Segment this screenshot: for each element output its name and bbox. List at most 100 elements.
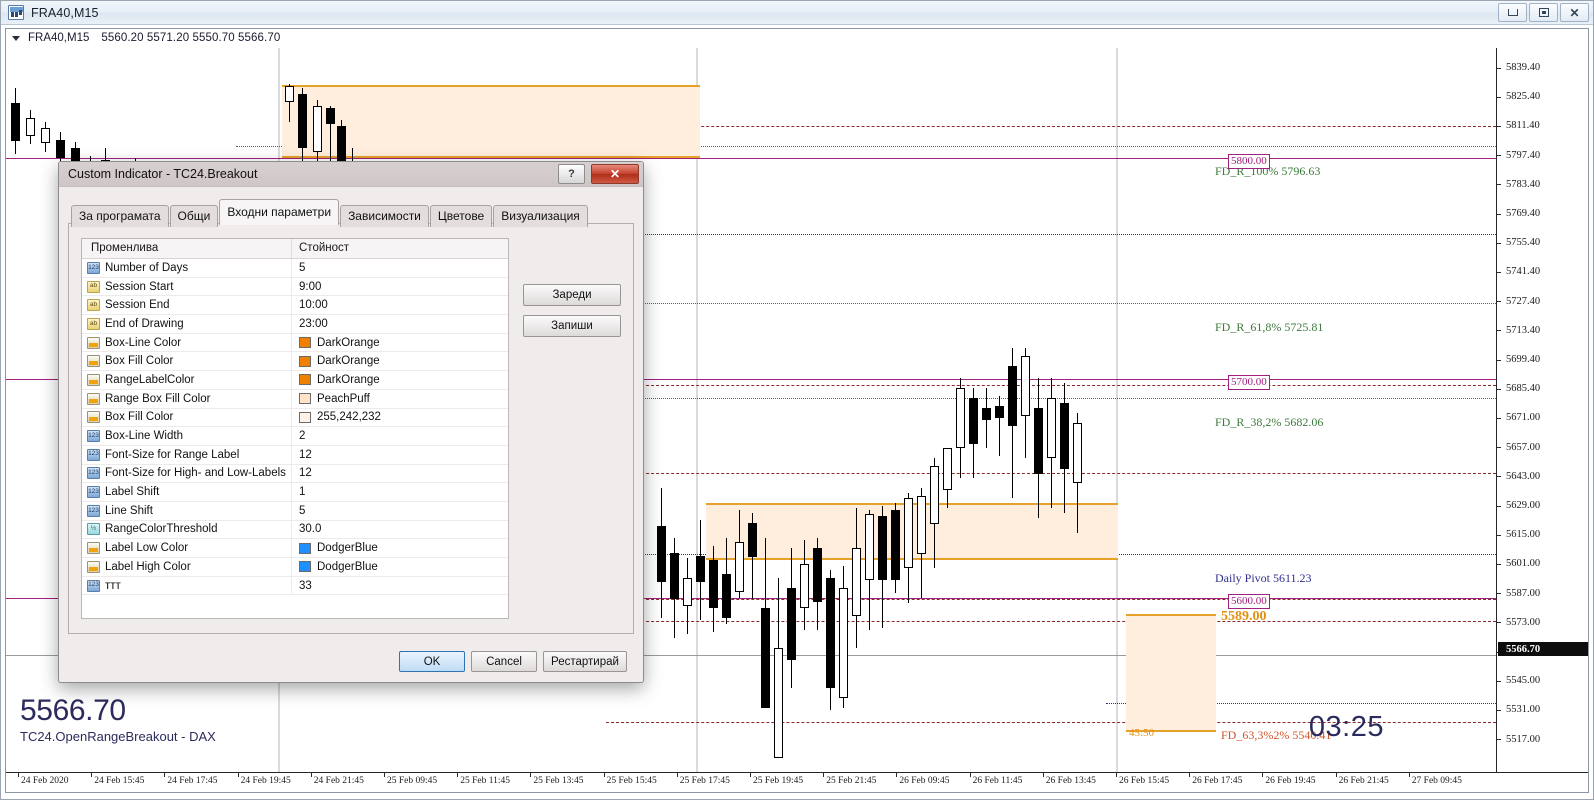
col-type-icon [87, 560, 100, 573]
parameter-name: End of Drawing [105, 317, 184, 330]
help-button[interactable]: ? [558, 164, 585, 184]
time-scale[interactable]: 24 Feb 2020 24 Feb 15:45 24 Feb 17:45 24 Fe… [6, 772, 1588, 792]
parameter-row[interactable]: Label High Color DodgerBlue [82, 558, 508, 577]
num-type-icon: 123 [87, 430, 100, 443]
parameter-name: Box-Line Color [105, 336, 182, 349]
tab-about[interactable]: За програмата [71, 205, 169, 227]
parameter-value-cell[interactable]: 33 [292, 577, 508, 595]
parameter-row[interactable]: 123 Font-Size for High- and Low-Labels 12 [82, 464, 508, 484]
parameter-row[interactable]: ½ RangeColorThreshold 30.0 [82, 520, 508, 540]
parameter-row[interactable]: RangeLabelColor DarkOrange [82, 371, 508, 390]
dialog-close-button[interactable]: ✕ [591, 164, 639, 184]
close-button[interactable]: ✕ [1560, 3, 1589, 22]
maximize-button[interactable] [1529, 3, 1558, 22]
window-controls: ✕ [1498, 3, 1589, 22]
parameter-value-cell[interactable]: 10:00 [292, 296, 508, 314]
parameter-row[interactable]: Box Fill Color 255,242,232 [82, 408, 508, 428]
parameter-row[interactable]: 123 Box-Line Width 2 [82, 427, 508, 446]
tab-visualization[interactable]: Визуализация [493, 205, 588, 227]
tick-mark [1497, 476, 1501, 478]
parameter-row[interactable]: Box-Line Color DarkOrange [82, 333, 508, 353]
parameter-row[interactable]: Range Box Fill Color PeachPuff [82, 389, 508, 409]
price-scale[interactable]: 5839.40 5825.40 5811.40 5797.40 5783.40 5769.… [1496, 48, 1588, 772]
window-title: FRA40,M15 [31, 5, 99, 20]
price-tick: 5545.00 [1497, 675, 1588, 687]
parameter-row[interactable]: ab End of Drawing 23:00 [82, 315, 508, 334]
parameter-name: Label High Color [105, 560, 191, 573]
parameter-value-cell[interactable]: 255,242,232 [292, 409, 508, 427]
tick-mark [1497, 447, 1501, 449]
minimize-button[interactable] [1498, 3, 1527, 22]
parameters-grid[interactable]: Променлива Стойност 123 Number of Days 5 ab… [81, 238, 509, 619]
grid-header-row: Променлива Стойност [82, 239, 508, 259]
parameter-value: 33 [299, 579, 312, 592]
tick-mark [384, 772, 385, 777]
day-separator [1116, 48, 1118, 772]
parameter-value-cell[interactable]: 5 [292, 259, 508, 277]
parameter-value-cell[interactable]: 2 [292, 427, 508, 445]
time-tick-label: 25 Feb 09:45 [387, 776, 438, 786]
color-swatch [299, 374, 311, 386]
dialog-tabs[interactable]: За програмата Общи Входни параметри Зави… [71, 199, 589, 227]
parameter-value-cell[interactable]: 5 [292, 502, 508, 520]
col-type-icon [87, 355, 100, 368]
parameter-row[interactable]: Label Low Color DodgerBlue [82, 539, 508, 558]
tick-mark [1116, 772, 1117, 777]
tick-mark [1497, 563, 1501, 565]
custom-indicator-dialog[interactable]: Custom Indicator - TC24.Breakout ? ✕ За … [58, 161, 644, 683]
cancel-button[interactable]: Cancel [471, 651, 537, 672]
tab-inputs[interactable]: Входни параметри [219, 199, 340, 225]
parameter-row[interactable]: ab Session Start 9:00 [82, 277, 508, 297]
parameter-row[interactable]: Box Fill Color DarkOrange [82, 352, 508, 372]
parameter-row[interactable]: 123 Number of Days 5 [82, 259, 508, 278]
tab-common[interactable]: Общи [169, 205, 219, 227]
parameter-name: Box Fill Color [105, 411, 174, 424]
tab-dependencies[interactable]: Зависимости [340, 205, 429, 227]
price-tick: 5573.00 [1497, 617, 1588, 629]
parameter-row[interactable]: 123 Font-Size for Range Label 12 [82, 445, 508, 465]
price-tick: 5531.00 [1497, 704, 1588, 716]
price-tick-label: 5685.40 [1506, 383, 1541, 395]
price-tick-label: 5713.40 [1506, 324, 1541, 336]
parameter-value-cell[interactable]: DarkOrange [292, 371, 508, 389]
parameter-value-cell[interactable]: 1 [292, 483, 508, 501]
time-tick-label: 27 Feb 09:45 [1411, 776, 1462, 786]
load-button[interactable]: Зареди [523, 284, 621, 306]
ok-button[interactable]: OK [399, 651, 465, 672]
annotation-fib-618: FD_R_61,8% 5725.81 [1215, 320, 1324, 334]
save-button[interactable]: Запиши [523, 315, 621, 337]
parameter-value-cell[interactable]: 23:00 [292, 315, 508, 333]
parameter-value-cell[interactable]: DodgerBlue [292, 539, 508, 557]
parameter-value-cell[interactable]: DarkOrange [292, 334, 508, 352]
price-tick-label: 5839.40 [1506, 62, 1541, 73]
tick-mark [1497, 125, 1501, 127]
current-price-tag: 5566.70 [1498, 642, 1588, 656]
parameter-row[interactable]: 123 Line Shift 5 [82, 501, 508, 521]
parameter-value-cell[interactable]: 12 [292, 465, 508, 483]
price-tick-label: 5769.40 [1506, 208, 1541, 219]
parameter-value-cell[interactable]: DarkOrange [292, 352, 508, 370]
parameter-value-cell[interactable]: PeachPuff [292, 390, 508, 408]
grid-header-variable: Променлива [82, 239, 292, 258]
dialog-title: Custom Indicator - TC24.Breakout [68, 167, 258, 181]
parameter-value-cell[interactable]: 12 [292, 446, 508, 464]
price-tick-label: 5601.00 [1506, 558, 1541, 570]
time-tick-label: 26 Feb 11:45 [972, 776, 1023, 786]
time-tick-label: 24 Feb 15:45 [94, 776, 145, 786]
parameter-value: PeachPuff [317, 392, 370, 405]
parameter-row[interactable]: ab Session End 10:00 [82, 296, 508, 316]
time-tick-label: 25 Feb 21:45 [826, 776, 877, 786]
time-tick-label: 25 Feb 13:45 [533, 776, 584, 786]
parameter-value-cell[interactable]: 30.0 [292, 521, 508, 539]
chevron-down-icon[interactable] [12, 35, 20, 41]
close-icon: ✕ [1569, 5, 1580, 20]
parameter-value-cell[interactable]: DodgerBlue [292, 558, 508, 576]
tab-colors[interactable]: Цветове [429, 205, 493, 227]
tick-mark [310, 772, 312, 777]
price-tick-label: 5727.40 [1506, 295, 1541, 307]
parameter-row[interactable]: 123 Label Shift 1 [82, 483, 508, 502]
tick-mark [91, 772, 93, 777]
parameter-row[interactable]: 123 ттт 33 [82, 576, 508, 596]
restart-button[interactable]: Рестартирай [543, 651, 627, 672]
parameter-value-cell[interactable]: 9:00 [292, 278, 508, 296]
